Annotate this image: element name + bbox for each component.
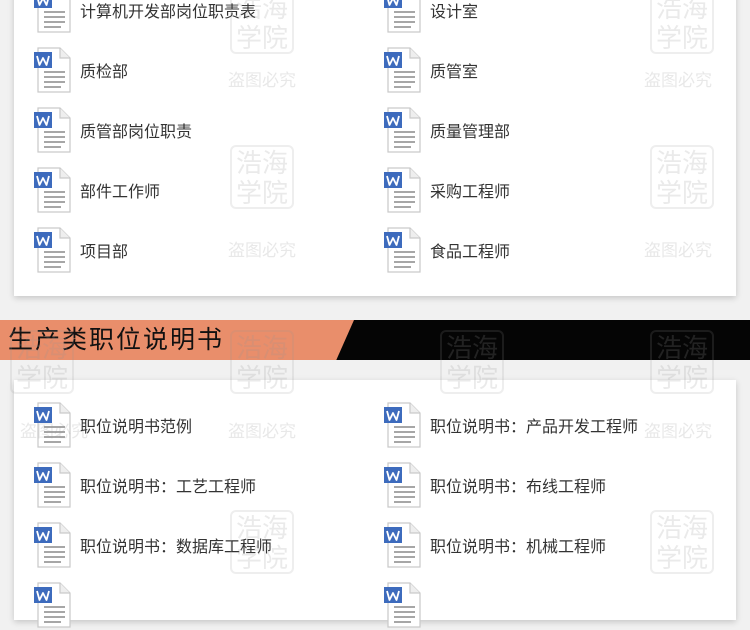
word-doc-icon	[34, 226, 72, 274]
file-item[interactable]: 质量管理部	[384, 105, 510, 155]
file-label: 食品工程师	[430, 242, 511, 261]
file-label: 职位说明书：产品开发工程师	[430, 417, 639, 436]
file-item[interactable]: 职位说明书：机械工程师	[384, 520, 606, 570]
word-doc-icon	[34, 581, 72, 629]
file-label: 职位说明书范例	[80, 417, 193, 436]
word-doc-icon	[384, 106, 422, 154]
file-item[interactable]	[384, 580, 430, 630]
word-doc-icon	[34, 521, 72, 569]
file-item[interactable]: 采购工程师	[384, 165, 510, 215]
word-doc-icon	[34, 46, 72, 94]
word-doc-icon	[34, 401, 72, 449]
file-label: 计算机开发部岗位职责表	[80, 2, 257, 21]
word-doc-icon	[384, 226, 422, 274]
word-doc-icon	[34, 166, 72, 214]
file-label: 质管部岗位职责	[80, 122, 193, 141]
file-label: 采购工程师	[430, 182, 511, 201]
file-item[interactable]	[34, 580, 80, 630]
word-doc-icon	[34, 106, 72, 154]
word-doc-icon	[384, 46, 422, 94]
file-item[interactable]: 质管部岗位职责	[34, 105, 192, 155]
file-item[interactable]: 职位说明书：布线工程师	[384, 460, 606, 510]
file-label: 设计室	[430, 2, 479, 21]
file-item[interactable]: 设计室	[384, 0, 478, 35]
bottom-file-panel: 职位说明书范例 职位说明书：产品开发工程师职位说明书：工艺工程师 职位说明书：布线工…	[14, 380, 736, 628]
file-item[interactable]: 项目部	[34, 225, 128, 275]
section-banner: 生产类职位说明书	[0, 320, 750, 360]
file-item[interactable]: 职位说明书：工艺工程师	[34, 460, 256, 510]
file-item[interactable]: 部件工作师	[34, 165, 160, 215]
word-doc-icon	[34, 0, 72, 34]
word-doc-icon	[384, 461, 422, 509]
file-label: 职位说明书：数据库工程师	[80, 537, 273, 556]
file-item[interactable]: 质管室	[384, 45, 478, 95]
word-doc-icon	[384, 521, 422, 569]
file-label: 职位说明书：机械工程师	[430, 537, 607, 556]
file-label: 质管室	[430, 62, 479, 81]
word-doc-icon	[384, 581, 422, 629]
file-item[interactable]: 职位说明书范例	[34, 400, 192, 450]
file-item[interactable]: 食品工程师	[384, 225, 510, 275]
top-file-panel: 计算机开发部岗位职责表 设计室质检部 质管室质管部岗位职责 质量管理部部件工作师 采购工…	[14, 0, 736, 296]
file-label: 质检部	[80, 62, 129, 81]
word-doc-icon	[34, 461, 72, 509]
word-doc-icon	[384, 0, 422, 34]
word-doc-icon	[384, 166, 422, 214]
file-item[interactable]: 职位说明书：产品开发工程师	[384, 400, 638, 450]
file-label: 项目部	[80, 242, 129, 261]
file-label: 部件工作师	[80, 182, 161, 201]
section-title: 生产类职位说明书	[8, 325, 225, 354]
file-label: 职位说明书：布线工程师	[430, 477, 607, 496]
file-label: 质量管理部	[430, 122, 511, 141]
word-doc-icon	[384, 401, 422, 449]
file-item[interactable]: 计算机开发部岗位职责表	[34, 0, 256, 35]
file-item[interactable]: 职位说明书：数据库工程师	[34, 520, 272, 570]
file-label: 职位说明书：工艺工程师	[80, 477, 257, 496]
file-item[interactable]: 质检部	[34, 45, 128, 95]
